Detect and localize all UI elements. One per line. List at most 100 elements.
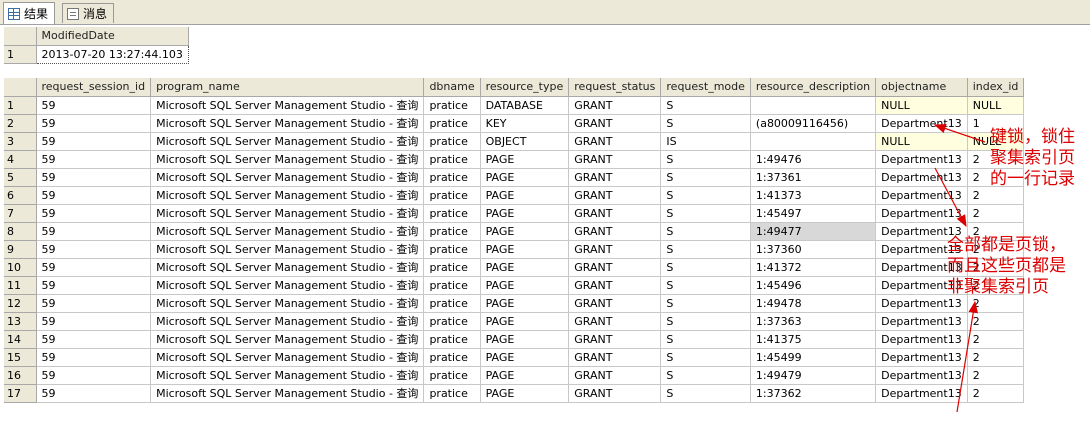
table-cell[interactable]: Microsoft SQL Server Management Studio -… xyxy=(150,276,425,295)
row-number[interactable]: 1 xyxy=(4,96,37,115)
table-cell[interactable]: Microsoft SQL Server Management Studio -… xyxy=(150,114,425,133)
column-header[interactable]: ModifiedDate xyxy=(36,27,189,46)
row-number[interactable]: 15 xyxy=(4,348,37,367)
table-cell[interactable]: 59 xyxy=(36,330,152,349)
table-cell[interactable]: pratice xyxy=(423,150,481,169)
table-cell[interactable]: GRANT xyxy=(568,330,662,349)
column-header[interactable]: request_session_id xyxy=(36,78,152,97)
table-cell[interactable]: 2 xyxy=(967,348,1025,367)
table-cell[interactable]: GRANT xyxy=(568,222,662,241)
table-cell[interactable]: (a80009116456) xyxy=(750,114,877,133)
table-cell[interactable]: 59 xyxy=(36,366,152,385)
table-cell[interactable]: 59 xyxy=(36,222,152,241)
row-number[interactable]: 8 xyxy=(4,222,37,241)
table-cell[interactable]: GRANT xyxy=(568,240,662,259)
table-cell[interactable]: Microsoft SQL Server Management Studio -… xyxy=(150,312,425,331)
row-number[interactable]: 2 xyxy=(4,114,37,133)
table-cell[interactable]: Department13 xyxy=(875,384,968,403)
table-cell[interactable]: pratice xyxy=(423,168,481,187)
table-cell[interactable] xyxy=(750,132,877,151)
table-cell[interactable]: Microsoft SQL Server Management Studio -… xyxy=(150,168,425,187)
table-cell[interactable]: Microsoft SQL Server Management Studio -… xyxy=(150,294,425,313)
row-number[interactable]: 11 xyxy=(4,276,37,295)
table-cell[interactable]: GRANT xyxy=(568,366,662,385)
table-cell[interactable]: PAGE xyxy=(480,366,570,385)
table-cell[interactable]: 1:49476 xyxy=(750,150,877,169)
table-cell[interactable]: PAGE xyxy=(480,330,570,349)
table-cell[interactable]: pratice xyxy=(423,186,481,205)
table-cell[interactable]: pratice xyxy=(423,276,481,295)
table-cell[interactable]: pratice xyxy=(423,294,481,313)
table-cell[interactable]: 2 xyxy=(967,204,1025,223)
table-cell[interactable]: S xyxy=(660,330,751,349)
table-cell[interactable]: PAGE xyxy=(480,168,570,187)
table-cell[interactable]: pratice xyxy=(423,222,481,241)
table-cell[interactable]: Department13 xyxy=(875,168,968,187)
table-cell[interactable]: S xyxy=(660,204,751,223)
table-cell[interactable]: PAGE xyxy=(480,312,570,331)
table-cell[interactable]: S xyxy=(660,114,751,133)
table-cell[interactable]: Department13 xyxy=(875,330,968,349)
table-cell[interactable]: S xyxy=(660,186,751,205)
table-cell[interactable]: 59 xyxy=(36,294,152,313)
table-cell[interactable]: Department13 xyxy=(875,348,968,367)
table-cell[interactable]: 1:45497 xyxy=(750,204,877,223)
table-cell[interactable]: 59 xyxy=(36,312,152,331)
row-number[interactable]: 1 xyxy=(4,45,37,64)
table-cell[interactable]: Microsoft SQL Server Management Studio -… xyxy=(150,258,425,277)
column-header[interactable]: request_mode xyxy=(660,78,751,97)
table-cell[interactable]: 2013-07-20 13:27:44.103 xyxy=(35,44,189,64)
table-cell[interactable]: 1:37360 xyxy=(750,240,877,259)
table-cell[interactable]: S xyxy=(660,222,751,241)
table-cell[interactable]: Microsoft SQL Server Management Studio -… xyxy=(150,132,425,151)
table-cell[interactable]: 1:37362 xyxy=(750,384,877,403)
table-cell[interactable]: GRANT xyxy=(568,348,662,367)
column-header[interactable]: program_name xyxy=(150,78,425,97)
table-cell[interactable]: pratice xyxy=(423,132,481,151)
table-cell[interactable]: 2 xyxy=(967,384,1025,403)
table-cell[interactable]: 1:49477 xyxy=(750,222,877,241)
table-cell[interactable]: S xyxy=(660,150,751,169)
table-cell[interactable]: GRANT xyxy=(568,294,662,313)
table-cell[interactable]: pratice xyxy=(423,330,481,349)
row-number[interactable]: 5 xyxy=(4,168,37,187)
table-cell[interactable]: Department13 xyxy=(875,114,968,133)
table-cell[interactable]: PAGE xyxy=(480,240,570,259)
table-cell[interactable]: 59 xyxy=(36,186,152,205)
table-cell[interactable]: 1:49479 xyxy=(750,366,877,385)
table-cell[interactable]: GRANT xyxy=(568,204,662,223)
grid-corner[interactable] xyxy=(4,78,37,97)
table-cell[interactable]: Department13 xyxy=(875,366,968,385)
table-cell[interactable]: PAGE xyxy=(480,348,570,367)
table-cell[interactable]: IS xyxy=(660,132,751,151)
table-cell[interactable]: pratice xyxy=(423,258,481,277)
table-cell[interactable]: GRANT xyxy=(568,150,662,169)
row-number[interactable]: 17 xyxy=(4,384,37,403)
grid-corner[interactable] xyxy=(4,27,37,46)
row-number[interactable]: 13 xyxy=(4,312,37,331)
table-cell[interactable]: GRANT xyxy=(568,276,662,295)
row-number[interactable]: 10 xyxy=(4,258,37,277)
table-cell[interactable] xyxy=(750,96,877,115)
table-cell[interactable]: S xyxy=(660,348,751,367)
row-number[interactable]: 14 xyxy=(4,330,37,349)
table-cell[interactable]: Department13 xyxy=(875,312,968,331)
table-cell[interactable]: 59 xyxy=(36,150,152,169)
table-cell[interactable]: S xyxy=(660,384,751,403)
table-cell[interactable]: DATABASE xyxy=(480,96,570,115)
table-cell[interactable]: Microsoft SQL Server Management Studio -… xyxy=(150,348,425,367)
table-cell[interactable]: PAGE xyxy=(480,258,570,277)
table-cell[interactable]: 1:45496 xyxy=(750,276,877,295)
table-cell[interactable]: Department13 xyxy=(875,186,968,205)
table-cell[interactable]: Microsoft SQL Server Management Studio -… xyxy=(150,96,425,115)
table-cell[interactable]: Department13 xyxy=(875,204,968,223)
table-cell[interactable]: Department13 xyxy=(875,150,968,169)
table-cell[interactable]: GRANT xyxy=(568,114,662,133)
table-cell[interactable]: PAGE xyxy=(480,384,570,403)
table-cell[interactable]: Microsoft SQL Server Management Studio -… xyxy=(150,384,425,403)
table-cell[interactable]: Microsoft SQL Server Management Studio -… xyxy=(150,222,425,241)
tab-messages[interactable]: 消息 xyxy=(62,3,115,23)
table-cell[interactable]: 2 xyxy=(967,366,1025,385)
table-cell[interactable]: S xyxy=(660,276,751,295)
table-cell[interactable]: pratice xyxy=(423,204,481,223)
